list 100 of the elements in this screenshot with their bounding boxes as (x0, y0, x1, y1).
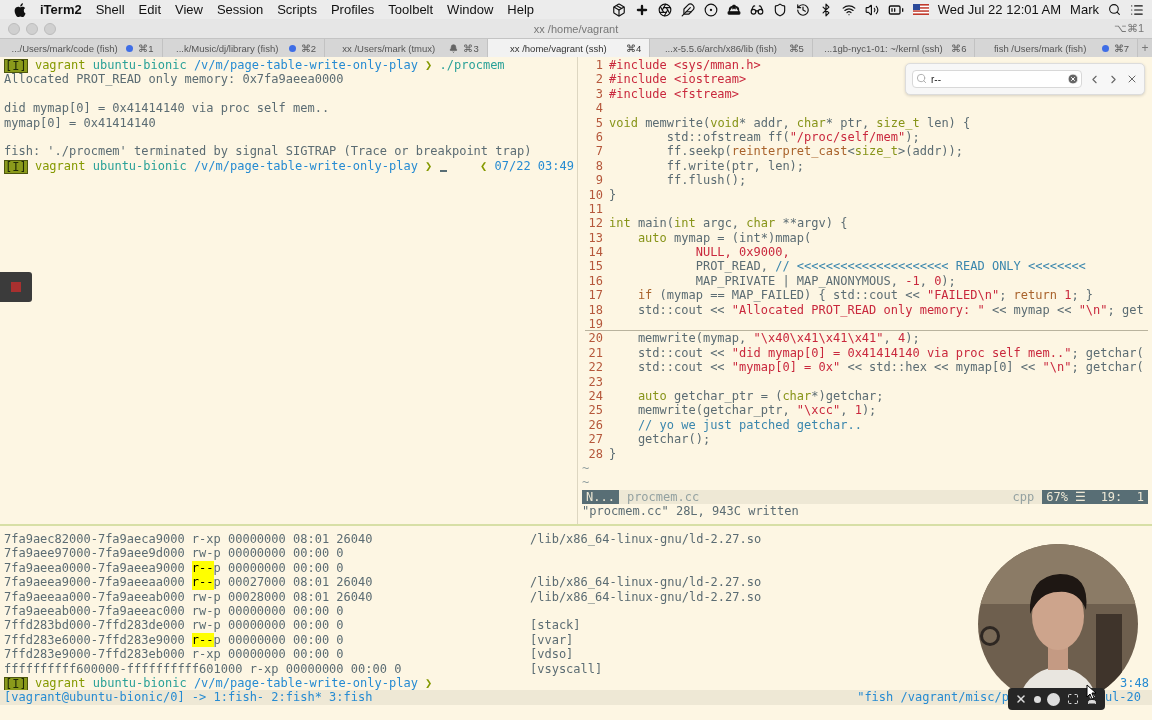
line-number: 16 (587, 273, 603, 289)
small-circle-icon[interactable] (1033, 695, 1041, 703)
aperture-icon[interactable] (657, 2, 672, 17)
search-field[interactable]: r-- (912, 70, 1082, 88)
file-path: [vvar] (530, 632, 574, 648)
line-number: 7 (594, 144, 603, 159)
menu-item[interactable]: Profiles (330, 2, 375, 17)
code-line: MAP_PRIVATE | MAP_ANONYMOUS, -1, 0); (694, 273, 956, 289)
wifi-icon[interactable] (841, 2, 856, 17)
tab-shortcut: ⌘4 (626, 42, 642, 54)
line-number: 4 (594, 101, 603, 116)
prompt-text: vagrant ubuntu-bionic /v/m/page-table-write-only-play ❯ (33, 675, 434, 691)
activity-dot-icon (288, 44, 296, 52)
file-type: cpp (1012, 489, 1036, 505)
line-number: 12 (587, 216, 603, 231)
terminal-text: p 00000000 00:00 0 (213, 632, 344, 648)
menu-clock[interactable]: Wed Jul 22 12:01 AM (937, 2, 1062, 17)
prompt-text: vagrant ubuntu-bionic /v/m/page-table-write-only-play ❯ (33, 158, 434, 174)
file-path: /lib/x86_64-linux-gnu/ld-2.27.so (530, 589, 762, 604)
line-number: 15 (587, 259, 603, 274)
line-number: 17 (587, 288, 603, 303)
terminal-text: 7ffd283bd000-7ffd283de000 rw-p 00000000 00:00 0 (4, 618, 344, 633)
line-number: 6 (594, 129, 603, 145)
circle-dot-icon[interactable] (703, 2, 718, 17)
flag-icon[interactable] (912, 4, 929, 15)
file-path: [vsyscall] (530, 661, 603, 676)
terminal-text: 7fa9aee97000-7fa9aee9d000 rw-p 00000000 00:00 0 (4, 546, 344, 561)
box-icon[interactable] (611, 2, 626, 17)
line-number: 27 (587, 432, 603, 447)
menu-item[interactable]: Shell (95, 2, 125, 17)
menu-item[interactable]: Edit (138, 2, 161, 17)
search-match: r-- (191, 560, 214, 576)
terminal-text: 7fa9aeea9000-7fa9aeeaa000 (4, 575, 186, 590)
plus-icon[interactable] (634, 2, 649, 17)
user-menu[interactable]: Mark (1070, 2, 1099, 17)
editor-message: "procmem.cc" 28L, 943C written (582, 504, 799, 519)
code-line: memwrite(getchar_ptr, "\xcc", 1); (636, 403, 877, 418)
code-line: getchar(); (636, 432, 711, 447)
code-line: void memwrite(void* addr, char* ptr, size_t len) { (609, 115, 971, 130)
line-number: 24 (587, 389, 603, 404)
line-number: 2 (594, 72, 603, 87)
tmux-title: "fish /vagrant/misc/p (857, 690, 1009, 705)
search-icon[interactable] (1108, 3, 1121, 16)
line-number: 18 (587, 302, 603, 318)
list-icon[interactable] (1130, 2, 1144, 17)
code-line: int main(int argc, char **argv) { (609, 216, 848, 231)
terminal-output: fish: './procmem' terminated by signal SIGTRAP (Trace or breakpoint trap) (4, 144, 532, 159)
terminal-text: p 00000000 00:00 0 (213, 560, 344, 576)
large-circle-icon[interactable] (1047, 692, 1061, 706)
terminal-output: Allocated PROT_READ only memory: 0x7fa9aeea0000 (4, 72, 344, 87)
line-number: 8 (594, 158, 603, 174)
code-line: // yo we just patched getchar.. (636, 417, 862, 433)
glasses-icon[interactable] (749, 2, 764, 17)
code-line: PROT_READ, // <<<<<<<<<<<<<<<<<<<<< READ ONLY <<<<<<<< (694, 259, 1086, 274)
terminal-output: mymap[0] = 0x41414140 (4, 115, 156, 130)
terminal-text: 7ffd283e9000-7ffd283eb000 r-xp 00000000 00:00 0 (4, 647, 344, 662)
terminal-output: did mymap[0] = 0x41414140 via proc self mem.. (4, 101, 330, 116)
search-match: r-- (191, 575, 214, 590)
activity-dot-icon (1101, 44, 1109, 52)
mode-badge: [I] (4, 59, 28, 73)
line-number: 26 (587, 417, 603, 433)
menu-item[interactable]: Window (447, 2, 494, 17)
terminal-text: 7fa9aeeaa000-7fa9aeeab000 rw-p 00028000 08:01 26040 (4, 589, 373, 604)
close-icon[interactable] (1015, 693, 1028, 705)
code-line: ff.seekp(reinterpret_cast<size_t>(addr)); (665, 144, 964, 159)
code-line: #include <sys/mman.h> (609, 58, 761, 73)
clear-icon[interactable] (1067, 73, 1079, 85)
shield-icon[interactable] (772, 2, 787, 17)
code-line: NULL, 0x9000, (694, 245, 790, 260)
volume-icon[interactable] (864, 2, 879, 17)
mode-badge: [I] (4, 676, 28, 691)
hat-icon[interactable] (726, 2, 741, 17)
feather-icon[interactable] (680, 2, 695, 17)
code-line: std::ofstream ff("/proc/self/mem"); (665, 129, 920, 145)
menu-item[interactable]: Session (216, 2, 264, 17)
empty-line-marker: ~ (582, 475, 590, 490)
line-number: 20 (587, 331, 603, 346)
terminal-tab[interactable]: xx /home/vagrant (ssh) ⌘4 (487, 39, 651, 57)
right-prompt: ❮ 07/22 03:49 (480, 158, 574, 174)
app-menu[interactable]: iTerm2 (40, 2, 82, 17)
fullscreen-icon[interactable] (1067, 693, 1080, 705)
terminal-text: 7fa9aec82000-7fa9aeca9000 r-xp 00000000 08:01 26040 (4, 532, 373, 547)
line-number: 21 (587, 345, 603, 361)
mouse-cursor-icon (1086, 684, 1097, 700)
menu-item[interactable]: Help (507, 2, 535, 17)
line-number: 19 (587, 317, 603, 332)
menu-item[interactable]: Toolbelt (388, 2, 434, 17)
tab-label: xx /Users/mark (tmux) (341, 42, 437, 54)
line-number: 22 (587, 360, 603, 375)
line-number: 14 (587, 245, 603, 260)
menu-item[interactable]: View (175, 2, 203, 17)
clock-icon[interactable] (795, 2, 810, 17)
file-name: procmem.cc (625, 489, 701, 505)
line-number: 10 (587, 187, 603, 202)
menu-item[interactable]: Scripts (277, 2, 317, 17)
line-number: 23 (587, 374, 603, 389)
tab-shortcut: ⌘6 (951, 42, 967, 54)
close-icon[interactable] (1126, 73, 1138, 85)
apple-icon[interactable] (14, 2, 26, 17)
line-number: 5 (594, 115, 603, 130)
